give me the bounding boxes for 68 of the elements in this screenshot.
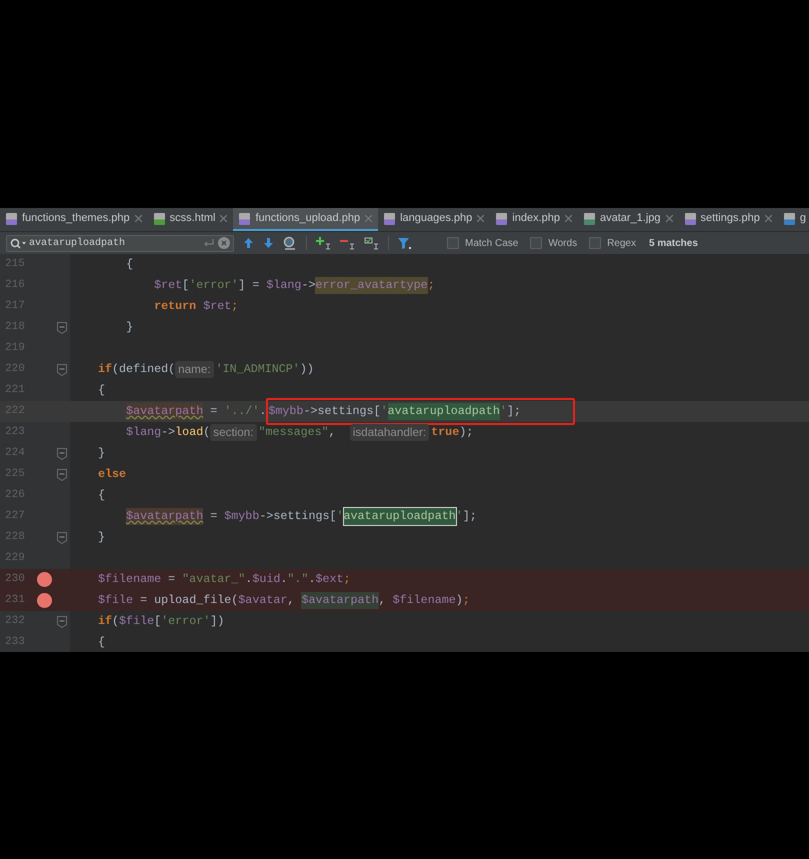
find-icon[interactable] [283, 236, 297, 250]
code-line: $avatarpath = $mybb->settings['avataruploadpath']; [70, 506, 477, 527]
close-icon[interactable] [564, 215, 572, 222]
search-input[interactable]: avataruploadpath [29, 236, 200, 250]
code-line: } [97, 444, 106, 462]
filter-icon[interactable] [398, 236, 412, 250]
close-icon[interactable] [134, 215, 142, 222]
fold-icon[interactable] [57, 322, 67, 334]
editor-tab[interactable]: functions_upload.php [233, 208, 378, 231]
checkbox[interactable] [447, 237, 459, 249]
editor-tab[interactable]: index.php [490, 208, 578, 231]
option-label: Words [548, 236, 578, 250]
file-icon [154, 212, 165, 224]
code-line: return $ret; [153, 298, 238, 315]
fold-icon[interactable] [57, 616, 67, 628]
highlight-frame: $mybb->settings['avataruploadpath']; [266, 398, 575, 425]
option-label: Match Case [465, 236, 518, 250]
code-line: } [125, 318, 134, 336]
close-icon[interactable] [764, 215, 772, 222]
code-line: $file = upload_file($avatar, $avatarpath, $filename); [70, 590, 470, 611]
fold-icon[interactable] [57, 364, 67, 376]
code-line: $avatarpath = '../'. $mybb->settings['avataruploadpath']; [70, 401, 575, 422]
code-line: { [97, 486, 106, 504]
fold-icon[interactable] [57, 532, 67, 544]
match-count: 5 matches [648, 236, 698, 250]
breakpoint-icon[interactable] [36, 593, 52, 608]
close-icon[interactable] [220, 215, 228, 222]
checkbox[interactable] [589, 237, 602, 249]
file-icon [384, 212, 396, 224]
checkbox[interactable] [530, 237, 542, 249]
code-line: $lang->load( section: "messages", isdatahandler: true); [70, 422, 474, 443]
editor-tab[interactable]: languages.php [378, 208, 490, 231]
code-line: else [97, 466, 126, 483]
breakpoint-icon[interactable] [36, 572, 52, 587]
editor-tab[interactable]: settings.php [678, 208, 778, 231]
editor-tab[interactable]: g [778, 208, 809, 231]
fold-icon[interactable] [57, 448, 67, 460]
select-all-icon[interactable] [364, 236, 379, 250]
code-line: if(defined( name: 'IN_ADMINCP')) [70, 359, 314, 380]
code-line: { [97, 382, 106, 399]
code-line: $filename = "avatar_".$uid.".".$ext; [97, 570, 351, 588]
code-line: { [97, 634, 106, 651]
clear-icon[interactable] [218, 237, 230, 249]
add-occurrence-icon[interactable] [316, 236, 331, 250]
editor-tab[interactable]: scss.html [148, 208, 234, 231]
search-icon [10, 238, 26, 248]
fold-icon[interactable] [57, 468, 67, 480]
file-icon [6, 212, 17, 224]
file-icon [784, 212, 795, 224]
code-line: { [125, 256, 134, 273]
arrow-down-icon[interactable] [263, 237, 274, 249]
file-icon [584, 212, 595, 224]
code-line: $ret['error'] = $lang->error_avatartype; [70, 275, 435, 296]
editor-tab[interactable]: avatar_1.jpg [578, 208, 679, 231]
code-line: if($file['error']) [97, 612, 224, 630]
code-line: } [97, 528, 106, 546]
search-field[interactable]: avataruploadpath [6, 234, 234, 252]
file-icon [496, 212, 508, 224]
line-number: 231 [4, 593, 26, 608]
close-icon[interactable] [477, 215, 484, 222]
editor-tab[interactable]: functions_themes.php [0, 208, 148, 231]
file-icon [684, 212, 696, 224]
close-icon[interactable] [666, 215, 673, 222]
arrow-up-icon[interactable] [243, 237, 254, 249]
line-number: 230 [4, 572, 26, 588]
enter-icon [203, 238, 215, 248]
option-label: Regex [607, 236, 636, 250]
file-icon [239, 212, 250, 224]
